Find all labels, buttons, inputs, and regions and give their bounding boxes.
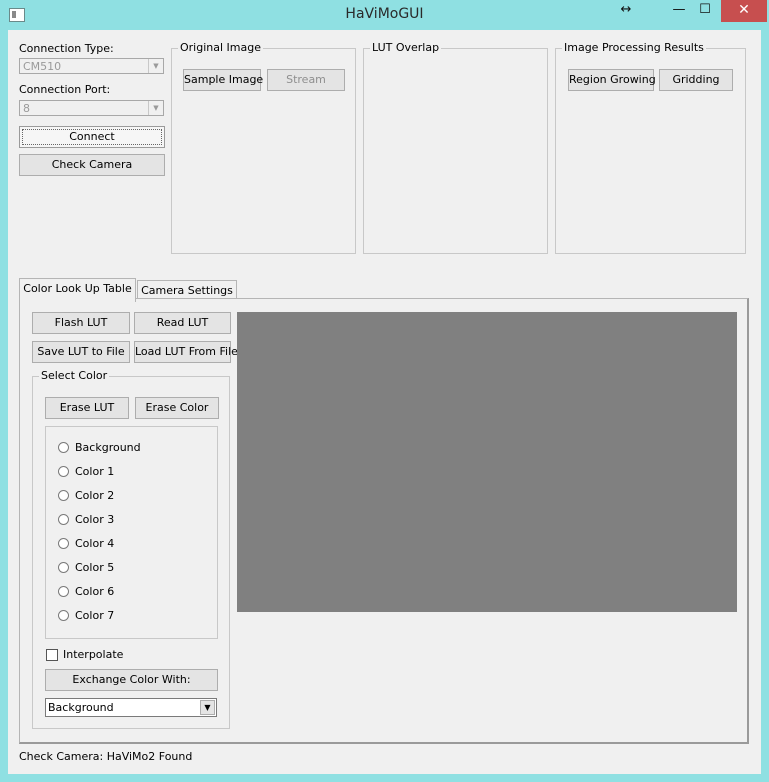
radio-color-7[interactable] bbox=[58, 610, 69, 621]
radio-color-3[interactable] bbox=[58, 514, 69, 525]
radio-label-color-5[interactable]: Color 5 bbox=[75, 561, 114, 574]
radio-label-background[interactable]: Background bbox=[75, 441, 141, 454]
tab-color-look-up-table[interactable]: Color Look Up Table bbox=[19, 278, 136, 302]
title-bar[interactable]: HaViMoGUI ↔ — ☐ ✕ bbox=[0, 0, 769, 30]
color-radio-group: Background Color 1 Color 2 Color 3 Color… bbox=[45, 426, 218, 639]
load-lut-button[interactable]: Load LUT From File bbox=[134, 341, 238, 363]
original-image-group: Original Image Sample Image Stream bbox=[171, 41, 356, 254]
connection-port-value: 8 bbox=[23, 102, 30, 115]
stream-button[interactable]: Stream bbox=[267, 69, 345, 91]
processing-results-title: Image Processing Results bbox=[562, 41, 706, 54]
window-title: HaViMoGUI bbox=[345, 6, 424, 22]
connection-type-value: CM510 bbox=[23, 60, 62, 73]
radio-label-color-6[interactable]: Color 6 bbox=[75, 585, 114, 598]
save-lut-button[interactable]: Save LUT to File bbox=[32, 341, 130, 363]
select-color-title: Select Color bbox=[39, 369, 110, 382]
radio-label-color-1[interactable]: Color 1 bbox=[75, 465, 114, 478]
chevron-down-icon: ▼ bbox=[200, 700, 215, 715]
gridding-button[interactable]: Gridding bbox=[659, 69, 733, 91]
connection-port-select[interactable]: 8 ▼ bbox=[19, 100, 164, 116]
lut-overlap-group: LUT Overlap bbox=[363, 41, 548, 254]
exchange-color-select[interactable]: Background ▼ bbox=[45, 698, 217, 717]
interpolate-label[interactable]: Interpolate bbox=[63, 648, 123, 661]
exchange-color-value: Background bbox=[48, 701, 114, 714]
original-image-title: Original Image bbox=[178, 41, 263, 54]
radio-color-1[interactable] bbox=[58, 466, 69, 477]
close-button[interactable]: ✕ bbox=[721, 0, 767, 22]
erase-color-button[interactable]: Erase Color bbox=[135, 397, 219, 419]
chevron-down-icon: ▼ bbox=[148, 59, 163, 73]
maximize-button[interactable]: ☐ bbox=[692, 0, 718, 22]
status-text: Check Camera: HaViMo2 Found bbox=[19, 750, 193, 763]
check-camera-button[interactable]: Check Camera bbox=[19, 154, 165, 176]
lut-overlap-title: LUT Overlap bbox=[370, 41, 442, 54]
radio-label-color-4[interactable]: Color 4 bbox=[75, 537, 114, 550]
chevron-down-icon: ▼ bbox=[148, 101, 163, 115]
minimize-button[interactable]: — bbox=[666, 0, 692, 22]
radio-background[interactable] bbox=[58, 442, 69, 453]
processing-results-group: Image Processing Results Region Growing … bbox=[555, 41, 746, 254]
radio-color-4[interactable] bbox=[58, 538, 69, 549]
read-lut-button[interactable]: Read LUT bbox=[134, 312, 231, 334]
radio-color-5[interactable] bbox=[58, 562, 69, 573]
region-growing-button[interactable]: Region Growing bbox=[568, 69, 656, 91]
resize-icon[interactable]: ↔ bbox=[614, 0, 638, 22]
select-color-group: Select Color Erase LUT Erase Color Backg… bbox=[32, 369, 230, 729]
sample-image-button[interactable]: Sample Image bbox=[183, 69, 263, 91]
connect-button[interactable]: Connect bbox=[19, 126, 165, 148]
client-area: Connection Type: CM510 ▼ Connection Port… bbox=[8, 30, 761, 774]
app-window: HaViMoGUI ↔ — ☐ ✕ Connection Type: CM510… bbox=[0, 0, 769, 782]
radio-label-color-2[interactable]: Color 2 bbox=[75, 489, 114, 502]
flash-lut-button[interactable]: Flash LUT bbox=[32, 312, 130, 334]
connection-type-select[interactable]: CM510 ▼ bbox=[19, 58, 164, 74]
radio-label-color-3[interactable]: Color 3 bbox=[75, 513, 114, 526]
connection-type-label: Connection Type: bbox=[19, 42, 114, 55]
exchange-color-button[interactable]: Exchange Color With: bbox=[45, 669, 218, 691]
connection-port-label: Connection Port: bbox=[19, 83, 111, 96]
radio-color-6[interactable] bbox=[58, 586, 69, 597]
radio-color-2[interactable] bbox=[58, 490, 69, 501]
radio-label-color-7[interactable]: Color 7 bbox=[75, 609, 114, 622]
lut-image-view[interactable] bbox=[237, 312, 737, 612]
interpolate-checkbox[interactable] bbox=[46, 649, 58, 661]
erase-lut-button[interactable]: Erase LUT bbox=[45, 397, 129, 419]
